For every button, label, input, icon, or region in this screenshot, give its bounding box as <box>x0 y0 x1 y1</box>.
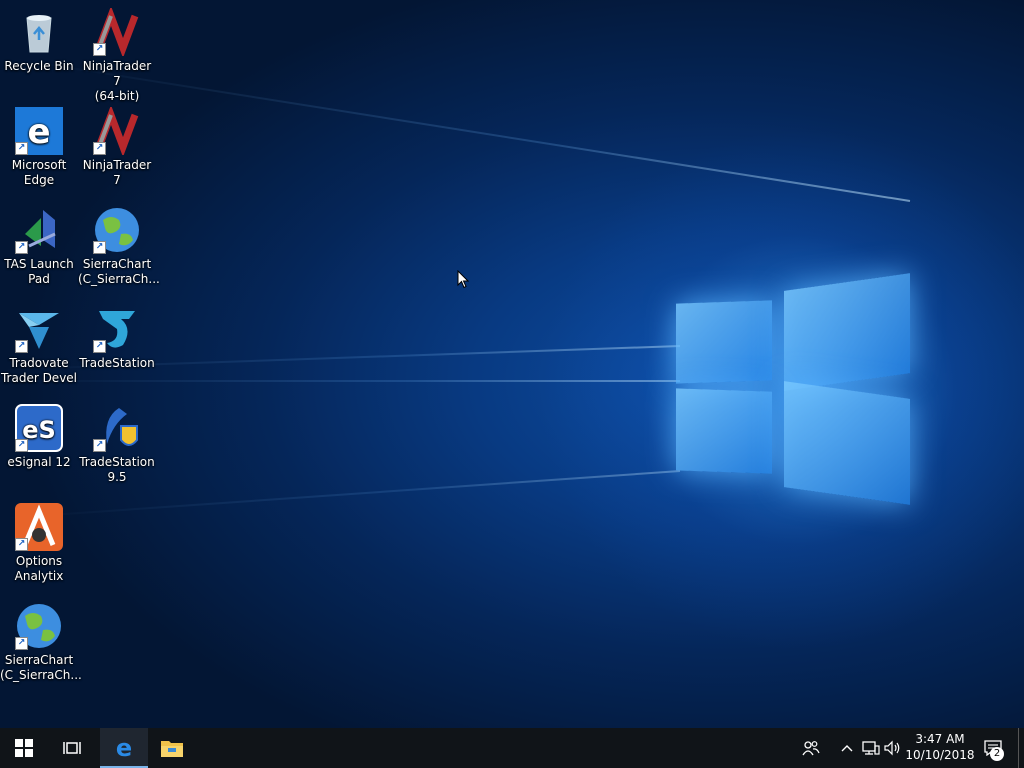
desktop-icon-recycle-bin[interactable]: Recycle Bin <box>0 8 78 74</box>
clock-date: 10/10/2018 <box>905 748 975 762</box>
people-button[interactable] <box>796 728 826 768</box>
ninjatrader-icon: ↗ <box>93 6 141 58</box>
desktop-icon-ninjatrader[interactable]: ↗ NinjaTrader 7 <box>78 105 156 188</box>
desktop-icon-tradestation-95[interactable]: ↗ TradeStation 9.5 <box>78 404 156 485</box>
taskbar-edge-button[interactable]: e <box>100 728 148 768</box>
icon-label: SierraChart (C_SierraCh... <box>0 653 82 682</box>
tas-launchpad-icon: ↗ <box>15 206 63 254</box>
edge-icon: e ↗ <box>15 107 63 155</box>
esignal-icon: eS ↗ <box>15 404 63 452</box>
shortcut-arrow-icon: ↗ <box>93 142 106 155</box>
icon-label: Tradovate Trader Devel <box>0 356 78 385</box>
desktop-icon-sierrachart-2[interactable]: ↗ SierraChart (C_SierraCh... <box>0 602 82 683</box>
shortcut-arrow-icon: ↗ <box>15 340 28 353</box>
shortcut-arrow-icon: ↗ <box>93 340 106 353</box>
icon-label: NinjaTrader 7 (64-bit) <box>82 59 152 103</box>
clock-time: 3:47 AM <box>915 732 965 746</box>
show-desktop-button[interactable] <box>1018 728 1024 768</box>
globe-icon: ↗ <box>93 206 141 254</box>
icon-label: NinjaTrader 7 <box>82 158 152 187</box>
chevron-up-icon <box>841 745 853 752</box>
icon-label: SierraChart (C_SierraCh... <box>78 257 160 286</box>
ninjatrader-icon: ↗ <box>93 105 141 157</box>
icon-label: eSignal 12 <box>7 455 71 469</box>
light-beam <box>0 380 680 382</box>
volume-button[interactable] <box>882 728 904 768</box>
options-analytix-icon: ↗ <box>15 503 63 551</box>
icon-label: Microsoft Edge <box>11 158 67 187</box>
people-icon <box>802 741 820 756</box>
desktop-icon-microsoft-edge[interactable]: e ↗ Microsoft Edge <box>0 107 78 188</box>
speaker-icon <box>884 740 900 756</box>
desktop-icon-tradestation[interactable]: ↗ TradeStation <box>78 305 156 371</box>
recycle-bin-icon <box>15 8 63 56</box>
shortcut-arrow-icon: ↗ <box>15 142 28 155</box>
task-view-icon <box>63 742 81 754</box>
desktop-icon-options-analytix[interactable]: ↗ Options Analytix <box>0 503 78 584</box>
tradestation-icon: ↗ <box>93 404 141 452</box>
globe-icon: ↗ <box>15 602 63 650</box>
start-button[interactable] <box>0 728 48 768</box>
svg-text:e: e <box>116 735 132 759</box>
task-view-button[interactable] <box>48 728 96 768</box>
windows-logo <box>676 268 912 508</box>
svg-text:e: e <box>27 112 50 152</box>
shortcut-arrow-icon: ↗ <box>15 439 28 452</box>
icon-label: TradeStation 9.5 <box>79 455 155 484</box>
network-icon <box>862 741 880 755</box>
clock[interactable]: 3:47 AM 10/10/2018 <box>902 731 978 763</box>
taskbar: e 3:47 AM 10/10/2018 2 <box>0 728 1024 768</box>
network-button[interactable] <box>860 728 882 768</box>
mouse-cursor-icon <box>457 270 469 289</box>
shortcut-arrow-icon: ↗ <box>93 241 106 254</box>
tradestation-icon: ↗ <box>93 305 141 353</box>
taskbar-file-explorer-button[interactable] <box>148 728 196 768</box>
show-hidden-icons-button[interactable] <box>838 728 856 768</box>
notification-count-badge: 2 <box>990 747 1004 761</box>
tradovate-icon: ↗ <box>15 305 63 353</box>
icon-label: Recycle Bin <box>4 59 74 73</box>
icon-label: Options Analytix <box>14 554 64 583</box>
desktop-background: Recycle Bin e ↗ Microsoft Edge ↗ TAS Lau… <box>0 0 1024 728</box>
desktop-icon-tas-launch-pad[interactable]: ↗ TAS Launch Pad <box>0 206 78 287</box>
desktop-icon-esignal[interactable]: eS ↗ eSignal 12 <box>0 404 78 470</box>
shortcut-arrow-icon: ↗ <box>15 637 28 650</box>
folder-icon <box>161 741 183 757</box>
icon-label: TradeStation <box>79 356 155 370</box>
desktop-icon-ninjatrader-64[interactable]: ↗ NinjaTrader 7 (64-bit) <box>78 6 156 104</box>
desktop-icon-tradovate[interactable]: ↗ Tradovate Trader Devel <box>0 305 78 386</box>
shortcut-arrow-icon: ↗ <box>15 538 28 551</box>
edge-icon: e <box>116 735 132 759</box>
icon-label: TAS Launch Pad <box>4 257 74 286</box>
shortcut-arrow-icon: ↗ <box>93 43 106 56</box>
shortcut-arrow-icon: ↗ <box>15 241 28 254</box>
desktop-icon-sierrachart-1[interactable]: ↗ SierraChart (C_SierraCh... <box>78 206 160 287</box>
shortcut-arrow-icon: ↗ <box>93 439 106 452</box>
windows-start-icon <box>15 739 33 757</box>
